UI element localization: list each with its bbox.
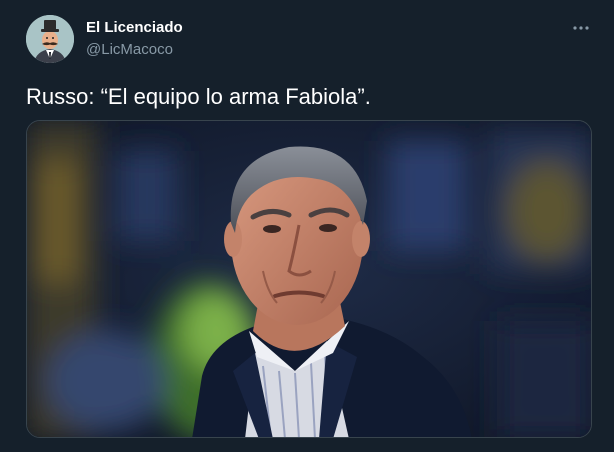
tweet-card[interactable]: El Licenciado @LicMacoco Russo: “El equi… (0, 0, 614, 452)
tweet-text: Russo: “El equipo lo arma Fabiola”. (26, 84, 371, 109)
author-display-name[interactable]: El Licenciado (86, 19, 183, 37)
author-avatar[interactable] (26, 15, 74, 63)
avatar-mustache-man-icon (26, 15, 74, 63)
photo-image (27, 121, 591, 437)
author-handle[interactable]: @LicMacoco (86, 41, 173, 59)
more-horizontal-icon (573, 26, 589, 30)
more-options-button[interactable] (570, 20, 592, 36)
tweet-photo[interactable] (26, 120, 592, 438)
